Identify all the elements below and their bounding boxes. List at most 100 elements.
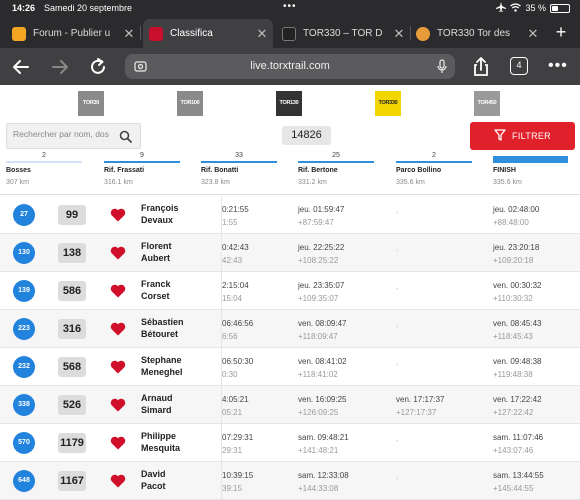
reload-icon[interactable] — [87, 56, 109, 78]
new-tab-button[interactable]: + — [550, 22, 572, 44]
split-empty: - — [396, 438, 399, 445]
checkpoint-bosses[interactable]: 2 Bosses 307 km — [6, 151, 88, 195]
favorite-heart-icon[interactable] — [110, 398, 126, 412]
checkpoint-rif-frassati[interactable]: 9 Rif. Frassati 316.1 km — [104, 151, 186, 195]
tab-forum[interactable]: Forum - Publier u ✕ — [12, 19, 136, 48]
search-input[interactable] — [13, 129, 117, 139]
split-empty: - — [396, 210, 399, 217]
runner-last-name: Mesquita — [141, 443, 181, 453]
share-icon[interactable] — [470, 56, 492, 78]
checkpoint-count: 33 — [235, 152, 243, 159]
bib-badge: 1167 — [58, 471, 86, 491]
favorite-heart-icon[interactable] — [110, 246, 126, 260]
filter-bar: 14826 FILTRER — [0, 121, 580, 151]
split-delta: +110:30:32 — [493, 294, 533, 303]
table-row[interactable]: 130 138 Florent Aubert 0:42:43 42:43 jeu. … — [0, 234, 580, 272]
split-rif-bertone: jeu. 23:35:07 +109:35:07 — [298, 279, 344, 305]
split-time: sam. 11:07:46 — [493, 433, 544, 442]
tab-classifica[interactable]: Classifica ✕ — [143, 19, 273, 48]
split-delta: 0:30 — [222, 370, 238, 379]
filter-button[interactable]: FILTRER — [470, 122, 575, 150]
table-row[interactable]: 232 568 Stephane Meneghel 06:50:30 0:30 ve… — [0, 348, 580, 386]
split-delta: 42:43 — [222, 256, 243, 265]
favorite-heart-icon[interactable] — [110, 436, 126, 450]
close-tab-icon[interactable]: ✕ — [255, 26, 269, 42]
bib-badge: 99 — [58, 205, 86, 225]
split-delta: +127:22:42 — [493, 408, 534, 417]
table-row[interactable]: 570 1179 Philippe Mesquita 07:29:31 29:31 … — [0, 424, 580, 462]
favorite-heart-icon[interactable] — [110, 360, 126, 374]
runner-first-name: Arnaud — [141, 393, 173, 403]
runner-name: Franck Corset — [141, 278, 171, 302]
status-time: 14:26 — [12, 3, 36, 13]
table-row[interactable]: 139 586 Franck Corset 2:15:04 15:04 jeu. 2… — [0, 272, 580, 310]
race-logo-tor130[interactable]: TOR130 — [276, 91, 302, 116]
race-logo-tor100[interactable]: TOR100 — [177, 91, 203, 116]
checkpoint-km: 307 km — [6, 179, 29, 186]
favorite-heart-icon[interactable] — [110, 474, 126, 488]
split-delta: 39:15 — [222, 484, 243, 493]
checkpoint-count: 9 — [140, 152, 144, 159]
close-tab-icon[interactable]: ✕ — [392, 26, 406, 42]
checkpoint-rif-bonatti[interactable]: 33 Rif. Bonatti 323.8 km — [201, 151, 283, 195]
checkpoint-km: 335.6 km — [396, 179, 425, 186]
runner-name: Arnaud Simard — [141, 392, 173, 416]
favorite-heart-icon[interactable] — [110, 284, 126, 298]
close-tab-icon[interactable]: ✕ — [122, 26, 136, 42]
microphone-icon[interactable] — [437, 59, 447, 74]
split-delta: 05:21 — [222, 408, 243, 417]
checkpoint-finish[interactable]: FINISH 335.6 km — [493, 151, 575, 195]
split-delta: +109:35:07 — [298, 294, 339, 303]
table-row[interactable]: 338 526 Arnaud Simard 4:05:21 05:21 ven. 1… — [0, 386, 580, 424]
table-row[interactable]: 648 1167 David Pacot 10:39:15 39:15 sam. 1… — [0, 462, 580, 500]
checkpoint-name: Rif. Bonatti — [201, 167, 239, 174]
checkpoint-count: 25 — [332, 152, 340, 159]
favorite-heart-icon[interactable] — [110, 208, 126, 222]
split-delta: +118:09:47 — [298, 332, 338, 341]
favicon-k-icon — [12, 26, 26, 41]
split-rif-bertone: ven. 08:09:47 +118:09:47 — [298, 317, 346, 343]
tab-tor330-tor-des-2[interactable]: TOR330 Tor des ✕ — [416, 19, 540, 48]
split-time: 06:46:56 — [222, 319, 254, 328]
race-logo-tor30[interactable]: TOR30 — [78, 91, 104, 116]
table-row[interactable]: 223 316 Sébastien Bétouret 06:46:56 6:56 v… — [0, 310, 580, 348]
address-bar[interactable]: live.torxtrail.com — [125, 54, 455, 79]
results-table: 27 99 François Devaux 0:21:55 1:55 jeu. 01… — [0, 196, 580, 500]
bib-badge: 138 — [58, 243, 86, 263]
tab-tor330-tor-des[interactable]: TOR330 – TOR D ✕ — [282, 19, 406, 48]
checkpoint-name: Rif. Frassati — [104, 167, 145, 174]
close-tab-icon[interactable]: ✕ — [526, 26, 540, 42]
favorite-heart-icon[interactable] — [110, 322, 126, 336]
split-finish: jeu. 02:48:00 +88:48:00 — [493, 203, 539, 229]
tab-bar: Forum - Publier u ✕ Classifica ✕ TOR330 … — [0, 16, 580, 48]
filter-label: FILTRER — [512, 131, 551, 141]
race-logo-tor330[interactable]: TOR330 — [375, 91, 401, 116]
race-logo-tor450[interactable]: TOR450 — [474, 91, 500, 116]
forward-arrow-icon[interactable] — [49, 56, 71, 78]
split-delta: +119:48:38 — [493, 370, 533, 379]
split-time: ven. 08:09:47 — [298, 319, 347, 328]
split-rif-bonatti: 0:42:43 42:43 — [222, 241, 249, 267]
url-text: live.torxtrail.com — [250, 60, 330, 72]
airplane-icon — [496, 2, 507, 14]
split-empty: - — [396, 476, 399, 483]
split-delta: +118:41:02 — [298, 370, 338, 379]
split-time: sam. 13:44:55 — [493, 471, 544, 480]
tabs-icon[interactable]: 4 — [510, 57, 528, 75]
checkpoint-rif-bertone[interactable]: 25 Rif. Bertone 331.2 km — [298, 151, 380, 195]
back-arrow-icon[interactable] — [10, 56, 32, 78]
checkpoint-parco-bollino[interactable]: 2 Parco Bollino 335.6 km — [396, 151, 478, 195]
bib-badge: 1179 — [58, 433, 86, 453]
tab-title: TOR330 Tor des — [437, 28, 511, 39]
runner-name: Sébastien Bétouret — [141, 316, 184, 340]
rank-badge: 130 — [13, 242, 35, 264]
search-icon[interactable] — [119, 130, 132, 143]
multitask-dots[interactable]: ••• — [283, 1, 297, 12]
more-icon[interactable]: ••• — [548, 58, 568, 74]
split-finish: ven. 09:48:38 +119:48:38 — [493, 355, 541, 381]
table-row[interactable]: 27 99 François Devaux 0:21:55 1:55 jeu. 01… — [0, 196, 580, 234]
runner-last-name: Corset — [141, 291, 170, 301]
tab-divider — [410, 26, 411, 40]
split-delta: +87:59:47 — [298, 218, 334, 227]
bib-number-field[interactable]: 14826 — [282, 126, 331, 145]
